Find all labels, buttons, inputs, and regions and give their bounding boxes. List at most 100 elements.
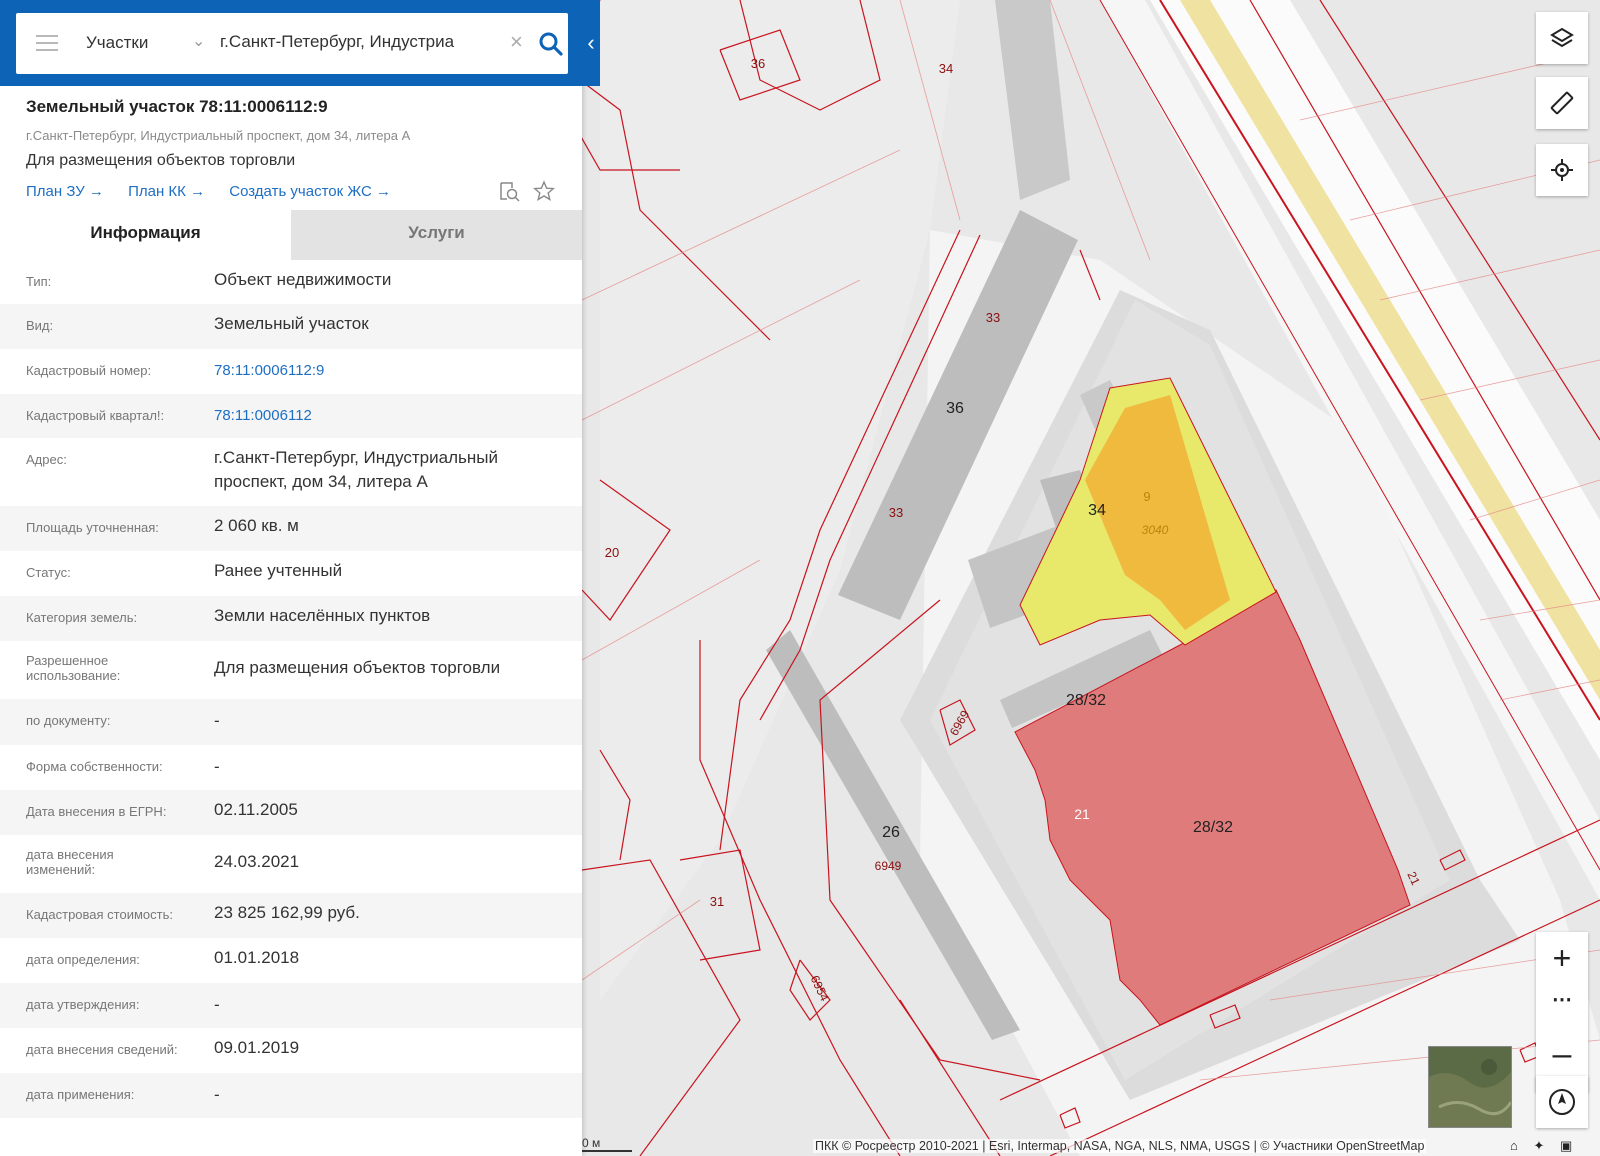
row-label: дата определения:: [26, 952, 140, 967]
map-label: 28/32: [1066, 692, 1106, 709]
table-row: Кадастровая стоимость: 23 825 162,99 руб.: [0, 893, 582, 938]
zoom-in-icon[interactable]: +: [1536, 940, 1588, 976]
row-label: дата внесения изменений:: [26, 847, 114, 877]
table-row: Площадь уточненная: 2 060 кв. м: [0, 506, 582, 551]
table-row: Форма собственности: -: [0, 745, 582, 790]
purpose-text: Для размещения объектов торговли: [26, 152, 296, 169]
row-label: Вид:: [26, 318, 54, 333]
cadastral-quarter-link[interactable]: 78:11:0006112: [214, 404, 554, 428]
tab-info[interactable]: Информация: [0, 210, 291, 260]
row-value: 09.01.2019: [214, 1038, 300, 1057]
locate-button[interactable]: [1536, 144, 1588, 196]
table-row: Вид: Земельный участок: [0, 304, 582, 349]
row-value: 02.11.2005: [214, 800, 298, 819]
row-label: Адрес:: [26, 452, 67, 467]
row-value: г.Санкт-Петербург, Индустриальный проспе…: [214, 448, 498, 491]
row-value: 2 060 кв. м: [214, 516, 299, 535]
scale-label: 0 м: [582, 1136, 601, 1150]
window-icon[interactable]: ▣: [1560, 1138, 1572, 1153]
map-label: 34: [939, 61, 953, 76]
row-value: Для размещения объектов торговли: [214, 658, 501, 677]
row-value: -: [214, 1085, 220, 1104]
table-row: Дата внесения в ЕГРН: 02.11.2005: [0, 790, 582, 835]
compass-icon: [1549, 1089, 1575, 1115]
zoom-out-icon[interactable]: –: [1536, 1036, 1588, 1072]
map-label: 20: [605, 545, 619, 560]
map-attribution: ПКК © Росреестр 2010-2021 | Esri, Interm…: [813, 1139, 1427, 1153]
map-label: 36: [946, 400, 964, 417]
chevron-down-icon[interactable]: ⌄: [192, 31, 205, 51]
row-value: Объект недвижимости: [214, 270, 392, 289]
row-label: Дата внесения в ЕГРН:: [26, 804, 167, 819]
link-row: План ЗУ → План КК → Создать участок ЖС →: [26, 183, 411, 200]
search-input[interactable]: [220, 32, 490, 52]
row-label: Тип:: [26, 274, 52, 289]
plan-kk-link[interactable]: План КК →: [128, 183, 205, 200]
compass-button[interactable]: [1536, 1076, 1588, 1128]
map-label: 9: [1143, 489, 1150, 504]
search-bar: Участки ⌄ × ‹: [0, 0, 600, 86]
zoom-control: + ⋯ –: [1536, 932, 1588, 1092]
search-icon[interactable]: [538, 31, 564, 57]
map-label: 34: [1088, 502, 1106, 519]
table-row: Категория земель: Земли населённых пункто…: [0, 596, 582, 641]
info-panel: Участки ⌄ × ‹ Земельный участок 78:11:00…: [0, 0, 600, 1156]
page-title: Земельный участок 78:11:0006112:9: [26, 97, 328, 116]
layers-button[interactable]: [1536, 12, 1588, 64]
table-row: Кадастровый номер: 78:11:0006112:9: [0, 349, 582, 394]
map-label: 28/32: [1193, 819, 1233, 836]
table-row: Тип: Объект недвижимости: [0, 260, 582, 304]
basemap-toggle[interactable]: [1428, 1046, 1512, 1128]
more-icon[interactable]: ⋯: [1536, 990, 1588, 1010]
ruler-icon: [1550, 91, 1574, 115]
row-value: 01.01.2018: [214, 948, 300, 967]
map-label: 31: [710, 894, 724, 909]
map-label: 21: [1074, 806, 1090, 822]
row-value: 24.03.2021: [214, 852, 300, 871]
table-row: дата утверждения: -: [0, 983, 582, 1028]
plan-zu-link[interactable]: План ЗУ →: [26, 183, 104, 200]
row-value: Земельный участок: [214, 314, 369, 333]
print-preview-icon[interactable]: [498, 181, 520, 203]
row-label: Кадастровый номер:: [26, 363, 152, 378]
create-parcel-link[interactable]: Создать участок ЖС →: [229, 183, 391, 200]
home-icon[interactable]: ⌂: [1510, 1138, 1518, 1153]
map-label: 26: [882, 824, 900, 841]
row-value: Ранее учтенный: [214, 561, 343, 580]
row-label: дата утверждения:: [26, 997, 140, 1012]
tab-services[interactable]: Услуги: [291, 210, 582, 260]
crosshair-icon[interactable]: ✦: [1533, 1138, 1544, 1153]
row-label: Кадастровый квартал!:: [26, 408, 165, 423]
row-label: Кадастровая стоимость:: [26, 907, 173, 922]
ruler-button[interactable]: [1536, 77, 1588, 129]
menu-icon[interactable]: [36, 35, 58, 53]
row-label: Статус:: [26, 565, 71, 580]
row-label: Форма собственности:: [26, 759, 163, 774]
scale-bar: [582, 1150, 632, 1152]
star-icon[interactable]: [533, 180, 555, 202]
table-row: Кадастровый квартал!: 78:11:0006112: [0, 394, 582, 438]
table-row: дата внесения сведений: 09.01.2019: [0, 1028, 582, 1073]
layers-icon: [1550, 27, 1574, 48]
search-box: Участки ⌄ ×: [16, 13, 568, 74]
row-label: Площадь уточненная:: [26, 520, 159, 535]
table-row: Адрес: г.Санкт-Петербург, Индустриальный …: [0, 438, 582, 506]
row-label: Разрешенное использование:: [26, 653, 121, 683]
row-label: по документу:: [26, 713, 111, 728]
satellite-thumbnail: [1429, 1047, 1511, 1127]
collapse-icon[interactable]: ‹: [582, 28, 600, 58]
row-label: Категория земель:: [26, 610, 138, 625]
cadastral-number-link[interactable]: 78:11:0006112:9: [214, 359, 554, 383]
row-label: дата внесения сведений:: [26, 1042, 178, 1057]
clear-icon[interactable]: ×: [510, 29, 523, 55]
row-value: -: [214, 995, 220, 1014]
row-value: Земли населённых пунктов: [214, 606, 431, 625]
row-value: -: [214, 711, 220, 730]
map-label: 36: [751, 56, 765, 71]
layer-select[interactable]: Участки: [86, 33, 148, 53]
table-row: по документу: -: [0, 699, 582, 745]
map-label: 33: [889, 505, 903, 520]
tab-bar: Информация Услуги: [0, 210, 582, 260]
map-label: 6949: [875, 859, 902, 873]
bottom-toolbar: ⌂ ✦ ▣: [1510, 1138, 1584, 1154]
